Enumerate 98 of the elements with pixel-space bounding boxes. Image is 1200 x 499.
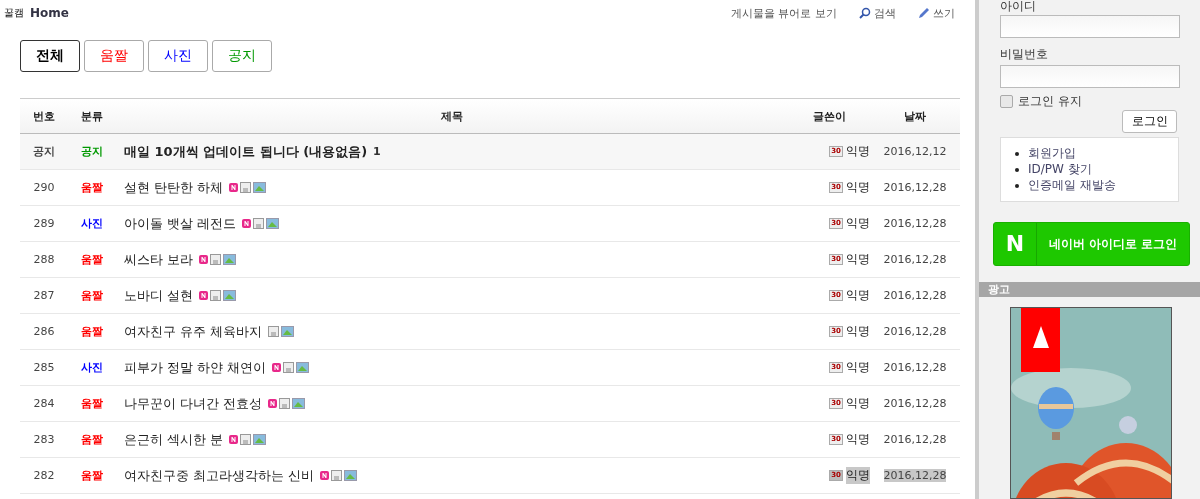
image-icon — [292, 398, 306, 409]
post-title[interactable]: 노바디 설현 — [124, 286, 194, 305]
bullet-icon — [1015, 151, 1019, 156]
image-icon — [223, 290, 237, 301]
post-writer[interactable]: 익명 — [846, 395, 870, 412]
search-icon — [859, 7, 871, 19]
post-number: 공지 — [32, 144, 56, 159]
image-icon — [253, 434, 267, 445]
post-number: 284 — [32, 397, 56, 410]
post-category: 사진 — [80, 216, 104, 231]
post-title[interactable]: 매일 10개씩 업데이트 됩니다 (내용없음) — [124, 142, 368, 161]
post-category: 움짤 — [80, 432, 104, 447]
image-icon — [266, 218, 280, 229]
post-category: 사진 — [80, 360, 104, 375]
post-date: 2016,12,28 — [883, 397, 947, 410]
post-date: 2016,12,28 — [883, 325, 947, 338]
id-label: 아이디 — [1000, 0, 1037, 13]
account-link[interactable]: 회원가입 — [1028, 146, 1076, 161]
post-number: 286 — [32, 325, 56, 338]
password-field[interactable] — [1000, 65, 1180, 88]
post-title[interactable]: 여자친구중 최고라생각하는 신비 — [124, 466, 315, 485]
post-date: 2016,12,28 — [883, 433, 947, 446]
post-number: 283 — [32, 433, 56, 446]
column-header: 제목 — [440, 108, 464, 124]
image-icon — [344, 470, 358, 481]
category-tab[interactable]: 사진 — [148, 40, 208, 72]
post-writer[interactable]: 익명 — [846, 323, 870, 340]
post-title[interactable]: 씨스타 보라 — [124, 250, 194, 269]
post-number: 282 — [32, 469, 56, 482]
post-category: 공지 — [80, 144, 104, 159]
image-icon — [296, 362, 310, 373]
post-writer[interactable]: 익명 — [846, 431, 870, 448]
post-date: 2016,12,28 — [883, 289, 947, 302]
image-icon — [253, 182, 267, 193]
new-icon — [199, 255, 209, 264]
new-icon — [268, 399, 278, 408]
id-field[interactable] — [1000, 15, 1180, 38]
post-writer[interactable]: 익명 — [846, 143, 870, 160]
post-date: 2016,12,28 — [883, 181, 947, 194]
post-title[interactable]: 여자친구 유주 체육바지 — [124, 322, 263, 341]
post-title[interactable]: 나무꾼이 다녀간 전효성 — [124, 394, 263, 413]
new-icon — [272, 363, 282, 372]
post-writer[interactable]: 익명 — [846, 467, 870, 484]
post-number: 290 — [32, 181, 56, 194]
comment-count: 1 — [373, 145, 381, 158]
post-date: 2016,12,28 — [883, 253, 947, 266]
account-link[interactable]: ID/PW 찾기 — [1028, 162, 1092, 177]
post-writer[interactable]: 익명 — [846, 359, 870, 376]
post-category: 움짤 — [80, 180, 104, 195]
column-header: 날짜 — [903, 108, 927, 124]
new-icon — [229, 435, 239, 444]
post-writer[interactable]: 익명 — [846, 215, 870, 232]
column-header: 번호 — [32, 108, 56, 124]
image-icon — [281, 326, 295, 337]
image-icon — [223, 254, 237, 265]
post-writer[interactable]: 익명 — [846, 251, 870, 268]
remember-checkbox[interactable] — [1000, 95, 1013, 108]
new-icon — [320, 471, 330, 480]
login-button[interactable]: 로그인 — [1122, 110, 1177, 133]
post-title[interactable]: 은근히 섹시한 분 — [124, 430, 224, 449]
page-title: Home — [30, 6, 69, 20]
post-date: 2016,12,28 — [883, 469, 947, 482]
post-category: 움짤 — [80, 252, 104, 267]
account-link[interactable]: 인증메일 재발송 — [1028, 178, 1116, 193]
post-category: 움짤 — [80, 468, 104, 483]
post-writer[interactable]: 익명 — [846, 179, 870, 196]
pencil-icon — [918, 7, 930, 19]
post-date: 2016,12,28 — [883, 361, 947, 374]
new-icon — [229, 183, 239, 192]
viewer-link[interactable]: 게시물을 뷰어로 보기 — [731, 5, 837, 21]
site-logo[interactable]: 꿀캠 — [4, 6, 24, 20]
post-category: 움짤 — [80, 324, 104, 339]
category-tab[interactable]: 움짤 — [84, 40, 144, 72]
category-tab[interactable]: 공지 — [212, 40, 272, 72]
column-header: 분류 — [80, 108, 104, 124]
post-date: 2016,12,28 — [883, 217, 947, 230]
post-number: 289 — [32, 217, 56, 230]
post-number: 288 — [32, 253, 56, 266]
password-label: 비밀번호 — [1000, 46, 1049, 63]
new-icon — [199, 291, 209, 300]
post-date: 2016,12,12 — [883, 145, 947, 158]
remember-label: 로그인 유지 — [1018, 93, 1082, 110]
post-category: 움짤 — [80, 396, 104, 411]
post-number: 287 — [32, 289, 56, 302]
new-icon — [242, 219, 252, 228]
post-title[interactable]: 아이돌 뱃살 레전드 — [124, 214, 237, 233]
bullet-icon — [1015, 167, 1019, 172]
post-title[interactable]: 설현 탄탄한 하체 — [124, 178, 224, 197]
post-title[interactable]: 피부가 정말 하얀 채연이 — [124, 358, 267, 377]
post-writer[interactable]: 익명 — [846, 287, 870, 304]
category-tab[interactable]: 전체 — [20, 40, 80, 72]
search-link[interactable]: 검색 — [859, 5, 896, 21]
post-number: 285 — [32, 361, 56, 374]
bullet-icon — [1015, 183, 1019, 188]
post-category: 움짤 — [80, 288, 104, 303]
write-link[interactable]: 쓰기 — [918, 5, 955, 21]
ad-title: 광고 — [988, 282, 1010, 297]
column-header: 글쓴이 — [811, 108, 847, 124]
